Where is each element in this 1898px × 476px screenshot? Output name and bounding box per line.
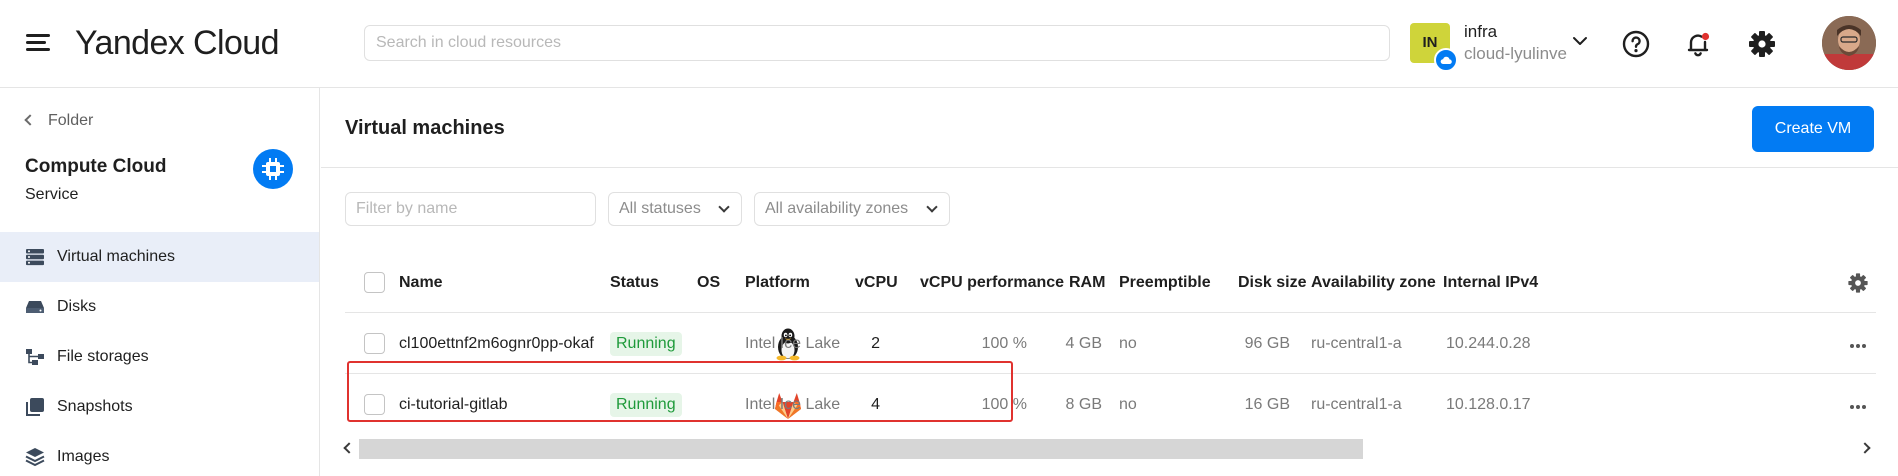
sidebar-item-label: Snapshots	[57, 398, 133, 415]
sidebar-item-snapshots[interactable]: Snapshots	[0, 382, 319, 432]
row-highlight-annotation	[347, 361, 1013, 422]
internal-ipv4-cell: 10.128.0.17	[1446, 396, 1531, 413]
back-to-folder-link[interactable]: Folder	[24, 112, 94, 130]
file-storage-icon	[24, 346, 46, 368]
disk-size-cell: 16 GB	[1244, 396, 1290, 413]
cloud-icon	[1434, 48, 1458, 72]
column-header-os[interactable]: OS	[697, 252, 720, 313]
sidebar-item-disks[interactable]: Disks	[0, 282, 319, 332]
divider	[321, 167, 1898, 168]
internal-ipv4-cell: 10.244.0.28	[1446, 335, 1531, 352]
zone-filter-value: All availability zones	[765, 200, 909, 217]
row-actions-menu-icon[interactable]	[1850, 374, 1868, 435]
column-header-availability-zone[interactable]: Availability zone	[1311, 252, 1436, 313]
service-subtitle: Service	[25, 186, 79, 203]
column-header-internal-ipv4[interactable]: Internal IPv4	[1443, 252, 1538, 313]
preemptible-cell: no	[1119, 335, 1137, 352]
horizontal-scrollbar[interactable]	[343, 439, 1876, 461]
column-header-vcpu-performance[interactable]: vCPU performance	[920, 252, 1064, 313]
scroll-right-arrow-icon[interactable]	[1859, 442, 1871, 454]
top-header: Yandex Cloud IN infra cloud-lyulinve	[0, 0, 1898, 88]
page-title: Virtual machines	[345, 117, 505, 139]
ram-cell: 4 GB	[1065, 335, 1102, 352]
column-header-ram[interactable]: RAM	[1069, 252, 1105, 313]
sidebar-item-label: Images	[57, 448, 110, 465]
scroll-left-arrow-icon[interactable]	[343, 442, 355, 454]
create-vm-button[interactable]: Create VM	[1752, 106, 1874, 152]
preemptible-cell: no	[1119, 396, 1137, 413]
table-header-row: Name Status OS Platform vCPU vCPU perfor…	[345, 252, 1876, 313]
ram-cell: 8 GB	[1065, 396, 1102, 413]
snapshot-icon	[24, 396, 46, 418]
status-filter-select[interactable]: All statuses	[608, 192, 742, 226]
filter-by-name-input[interactable]	[345, 192, 596, 226]
sidebar-nav: Virtual machines Disks File storages Sna…	[0, 232, 319, 476]
select-all-checkbox[interactable]	[364, 272, 385, 293]
account-cloud-name[interactable]: cloud-lyulinve	[1464, 44, 1567, 64]
availability-zone-cell: ru-central1-a	[1311, 396, 1402, 413]
chevron-left-icon	[24, 114, 36, 126]
sidebar-item-label: Disks	[57, 298, 97, 315]
chevron-down-icon	[926, 201, 938, 213]
scrollbar-thumb[interactable]	[359, 439, 1363, 459]
availability-zone-cell: ru-central1-a	[1311, 335, 1402, 352]
row-actions-menu-icon[interactable]	[1850, 313, 1868, 374]
status-badge: Running	[610, 332, 682, 356]
column-header-platform[interactable]: Platform	[745, 252, 810, 313]
user-avatar[interactable]	[1822, 16, 1876, 70]
service-title: Compute Cloud	[25, 156, 167, 177]
column-header-status[interactable]: Status	[610, 252, 659, 313]
notification-bell-icon[interactable]	[1682, 28, 1714, 60]
disk-size-cell: 96 GB	[1244, 335, 1290, 352]
layers-icon	[24, 446, 46, 468]
disk-icon	[24, 296, 46, 318]
search-input[interactable]	[364, 25, 1390, 61]
sidebar-item-label: Virtual machines	[57, 248, 175, 265]
status-filter-value: All statuses	[619, 200, 701, 217]
sidebar: Folder Compute Cloud Service Virtual mac…	[0, 88, 320, 476]
column-header-name[interactable]: Name	[399, 252, 443, 313]
app-logo[interactable]: Yandex Cloud	[75, 22, 279, 64]
server-icon	[24, 246, 46, 268]
back-label: Folder	[48, 112, 94, 129]
row-checkbox[interactable]	[364, 333, 385, 354]
help-icon[interactable]	[1620, 28, 1652, 60]
column-header-preemptible[interactable]: Preemptible	[1119, 252, 1211, 313]
zone-filter-select[interactable]: All availability zones	[754, 192, 950, 226]
sidebar-item-images[interactable]: Images	[0, 432, 319, 476]
settings-gear-icon[interactable]	[1746, 28, 1778, 60]
sidebar-item-virtual-machines[interactable]: Virtual machines	[0, 232, 319, 282]
compute-service-icon[interactable]	[253, 149, 293, 189]
column-header-vcpu[interactable]: vCPU	[855, 252, 898, 313]
column-header-disk-size[interactable]: Disk size	[1238, 252, 1306, 313]
chevron-down-icon	[718, 201, 730, 213]
account-name[interactable]: infra	[1464, 22, 1497, 42]
menu-icon[interactable]	[26, 32, 50, 52]
sidebar-item-label: File storages	[57, 348, 149, 365]
column-settings-gear-icon[interactable]	[1847, 272, 1869, 294]
sidebar-item-file-storages[interactable]: File storages	[0, 332, 319, 382]
chevron-down-icon[interactable]	[1572, 35, 1588, 47]
